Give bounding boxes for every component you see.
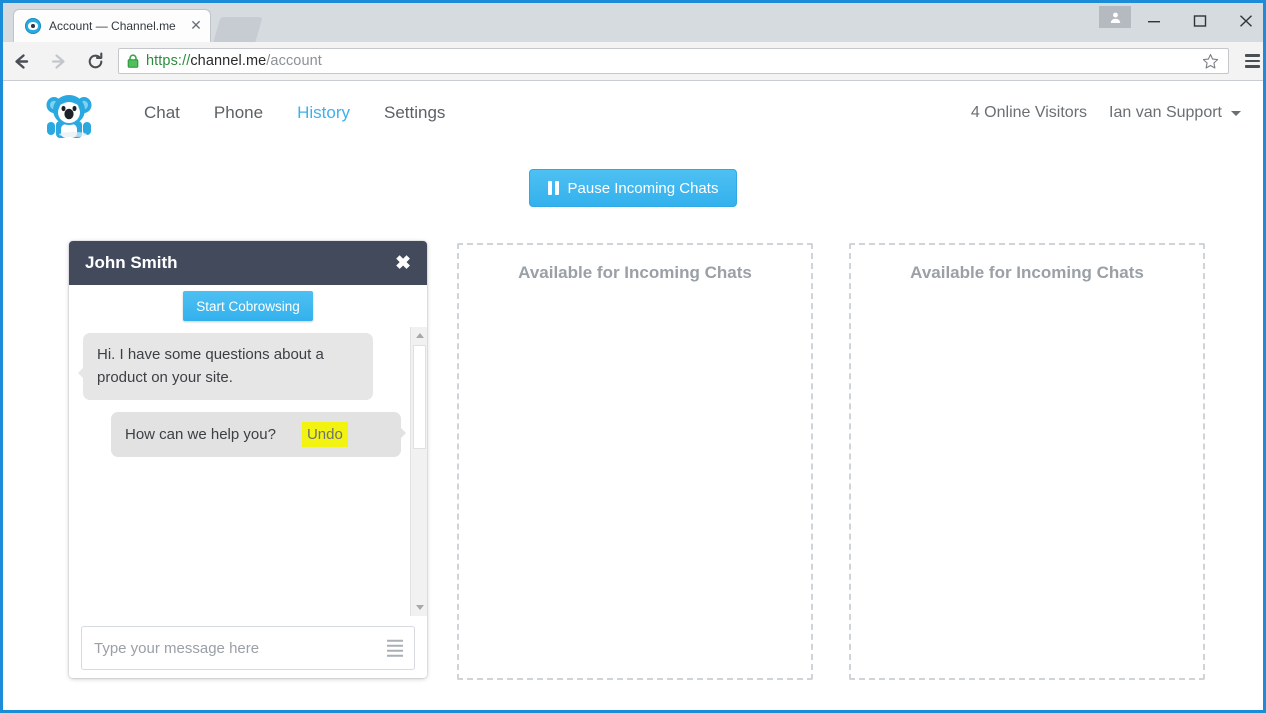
tab-close-icon[interactable]: ✕	[188, 18, 204, 34]
available-slot-3[interactable]: Available for Incoming Chats	[849, 243, 1205, 680]
scrollbar-thumb[interactable]	[413, 345, 426, 449]
lock-icon	[127, 54, 139, 68]
browser-toolbar: https://channel.me/account	[3, 42, 1263, 81]
profile-icon[interactable]	[1099, 6, 1131, 28]
chat-scrollbar[interactable]	[410, 327, 427, 616]
chat-slot-1: John Smith ✖ Start Cobrowsing Hi. I have…	[65, 241, 427, 682]
browser-window: Account — Channel.me ✕ https://channel.m…	[0, 0, 1266, 713]
url-path: /account	[266, 53, 322, 69]
online-visitors-count: 4 Online Visitors	[970, 104, 1088, 121]
window-controls	[1099, 6, 1263, 42]
pause-button-row: Pause Incoming Chats	[3, 169, 1263, 207]
nav-link-phone[interactable]: Phone	[197, 103, 280, 123]
user-menu-label: Ian van Support	[1109, 104, 1222, 121]
chat-message-visitor: Hi. I have some questions about a produc…	[78, 333, 373, 400]
chat-body: Start Cobrowsing Hi. I have some questio…	[69, 285, 427, 616]
cobrowse-row: Start Cobrowsing	[69, 285, 427, 321]
pause-button-label: Pause Incoming Chats	[567, 179, 719, 197]
available-slot-2[interactable]: Available for Incoming Chats	[457, 243, 813, 680]
chat-message-agent: How can we help you? Undo	[111, 411, 406, 457]
close-icon[interactable]: ✖	[395, 254, 411, 273]
nav-link-chat[interactable]: Chat	[127, 103, 197, 123]
new-tab-button[interactable]	[213, 17, 263, 42]
chat-slots-row: John Smith ✖ Start Cobrowsing Hi. I have…	[3, 241, 1263, 682]
close-button[interactable]	[1223, 6, 1263, 35]
chat-message-agent-text: How can we help you?	[125, 425, 276, 443]
chat-panel: John Smith ✖ Start Cobrowsing Hi. I have…	[69, 241, 427, 678]
url-host: channel.me	[190, 53, 267, 69]
start-cobrowsing-button[interactable]: Start Cobrowsing	[183, 291, 313, 321]
message-input-wrapper[interactable]	[81, 626, 415, 670]
forward-arrow-icon[interactable]	[40, 42, 77, 81]
tab-strip: Account — Channel.me ✕	[3, 3, 1263, 42]
maximize-button[interactable]	[1177, 6, 1223, 35]
url-scheme: https://	[146, 53, 191, 69]
app-nav-links: Chat Phone History Settings	[127, 103, 462, 123]
minimize-button[interactable]	[1131, 6, 1177, 35]
user-menu[interactable]: Ian van Support	[1109, 104, 1241, 122]
browser-tab[interactable]: Account — Channel.me ✕	[13, 9, 211, 42]
app-header: Chat Phone History Settings 4 Online Vis…	[3, 81, 1263, 145]
chat-messages: Hi. I have some questions about a produc…	[69, 327, 427, 616]
channel-favicon-icon	[25, 18, 41, 34]
scroll-up-arrow-icon[interactable]	[411, 327, 427, 344]
undo-link[interactable]: Undo	[301, 421, 348, 447]
address-bar[interactable]: https://channel.me/account	[118, 48, 1229, 74]
chevron-down-icon	[1231, 110, 1241, 116]
nav-link-settings[interactable]: Settings	[367, 103, 462, 123]
scroll-down-arrow-icon[interactable]	[411, 599, 427, 616]
available-slot-label: Available for Incoming Chats	[910, 263, 1144, 282]
hamburger-menu-icon[interactable]	[1235, 42, 1263, 81]
chat-slot-3: Available for Incoming Chats	[849, 241, 1205, 682]
chat-slot-2: Available for Incoming Chats	[457, 241, 813, 682]
available-slot-label: Available for Incoming Chats	[518, 263, 752, 282]
reload-icon[interactable]	[77, 42, 114, 81]
chat-panel-header: John Smith ✖	[69, 241, 427, 285]
page-content: Chat Phone History Settings 4 Online Vis…	[3, 81, 1263, 710]
back-arrow-icon[interactable]	[3, 42, 40, 81]
canned-responses-icon[interactable]	[387, 637, 403, 660]
tab-title: Account — Channel.me	[49, 19, 176, 33]
pause-incoming-chats-button[interactable]: Pause Incoming Chats	[528, 169, 738, 207]
chat-footer	[69, 616, 427, 678]
channel-koala-logo[interactable]	[43, 89, 95, 141]
star-icon[interactable]	[1199, 53, 1222, 70]
message-input[interactable]	[94, 627, 374, 669]
chat-visitor-name: John Smith	[85, 253, 178, 272]
url-text: https://channel.me/account	[146, 53, 322, 69]
app-header-right: 4 Online Visitors Ian van Support	[971, 104, 1241, 122]
nav-link-history[interactable]: History	[280, 103, 367, 123]
pause-icon	[547, 181, 559, 195]
